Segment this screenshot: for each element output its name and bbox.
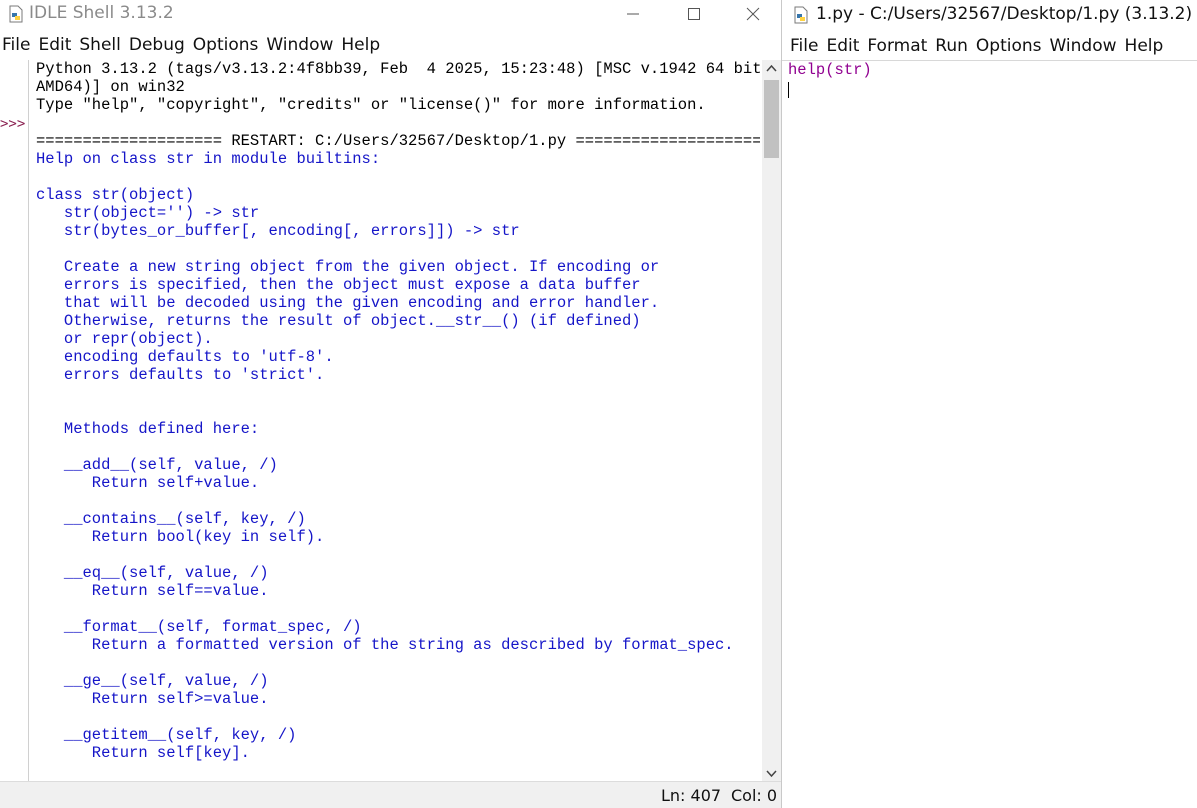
editor-titlebar[interactable]: 1.py - C:/Users/32567/Desktop/1.py (3.13… [782, 0, 1197, 30]
status-line: Ln: 407 [661, 786, 722, 805]
shell-output-line [36, 492, 760, 510]
shell-menubar: File Edit Shell Debug Options Window Hel… [0, 33, 781, 57]
shell-output-line: __contains__(self, key, /) [36, 510, 306, 528]
shell-output-line: Return a formatted version of the string… [36, 636, 734, 654]
close-icon [746, 7, 760, 21]
menu-window[interactable]: Window [264, 35, 337, 55]
shell-output-line [36, 402, 760, 420]
shell-prompt: >>> [0, 116, 26, 132]
shell-output-line [36, 654, 760, 672]
shell-titlebar[interactable]: IDLE Shell 3.13.2 [0, 0, 781, 30]
shell-prompt-gutter: >>> [0, 60, 29, 782]
shell-output-line: __add__(self, value, /) [36, 456, 278, 474]
maximize-button[interactable] [674, 0, 714, 28]
python-file-icon [794, 6, 808, 24]
shell-output-line: Return bool(key in self). [36, 528, 325, 546]
scroll-down-icon[interactable] [762, 764, 781, 782]
editor-menu-help[interactable]: Help [1123, 36, 1168, 56]
shell-output-line: that will be decoded using the given enc… [36, 294, 660, 312]
editor-menu-window[interactable]: Window [1048, 36, 1121, 56]
shell-output-line: class str(object) [36, 186, 195, 204]
editor-menu-format[interactable]: Format [865, 36, 931, 56]
shell-output-line [36, 384, 760, 402]
editor-window: 1.py - C:/Users/32567/Desktop/1.py (3.13… [782, 0, 1197, 808]
shell-statusbar: Ln: 407 Col: 0 [0, 781, 781, 808]
editor-menu-options[interactable]: Options [974, 36, 1046, 56]
shell-output-line: Return self+value. [36, 474, 260, 492]
shell-output-area[interactable]: Python 3.13.2 (tags/v3.13.2:4f8bb39, Feb… [29, 60, 760, 782]
shell-output-line: Create a new string object from the give… [36, 258, 660, 276]
shell-output-line: str(object='') -> str [36, 204, 260, 222]
shell-output-line [36, 240, 760, 258]
shell-output-line: Otherwise, returns the result of object.… [36, 312, 641, 330]
shell-output-line [36, 114, 760, 132]
shell-output-line: Return self[key]. [36, 744, 250, 762]
shell-output-line [36, 438, 760, 456]
shell-output-line: str(bytes_or_buffer[, encoding[, errors]… [36, 222, 520, 240]
shell-output-line: errors defaults to 'strict'. [36, 366, 325, 384]
shell-output-line: Help on class str in module builtins: [36, 150, 381, 168]
editor-menu-edit[interactable]: Edit [824, 36, 863, 56]
shell-output-line: Type "help", "copyright", "credits" or "… [36, 96, 706, 114]
status-col: Col: 0 [731, 786, 778, 805]
shell-output-line: Methods defined here: [36, 420, 260, 438]
minimize-button[interactable] [613, 0, 653, 28]
editor-text-area[interactable]: help(str) [782, 60, 1197, 808]
shell-output-line: or repr(object). [36, 330, 213, 348]
shell-output-line: encoding defaults to 'utf-8'. [36, 348, 334, 366]
shell-vertical-scrollbar[interactable] [762, 60, 781, 782]
shell-output-line [36, 546, 760, 564]
shell-output-line [36, 762, 760, 780]
code-line-1: help(str) [788, 61, 872, 79]
menu-edit[interactable]: Edit [36, 35, 75, 55]
shell-title: IDLE Shell 3.13.2 [29, 3, 174, 23]
shell-output-line: AMD64)] on win32 [36, 78, 185, 96]
shell-output-line: __eq__(self, value, /) [36, 564, 269, 582]
shell-output-line: __format__(self, format_spec, /) [36, 618, 362, 636]
menu-shell[interactable]: Shell [77, 35, 124, 55]
minimize-icon [627, 13, 639, 15]
text-caret [788, 82, 789, 98]
python-file-icon [9, 5, 23, 23]
shell-output-line: __getitem__(self, key, /) [36, 726, 297, 744]
menu-options[interactable]: Options [191, 35, 263, 55]
shell-output-lines: Python 3.13.2 (tags/v3.13.2:4f8bb39, Feb… [36, 60, 760, 782]
call-args: (str) [825, 61, 872, 79]
shell-output-line: Return self>=value. [36, 690, 269, 708]
shell-output-line: Return self==value. [36, 582, 269, 600]
shell-output-line: errors is specified, then the object mus… [36, 276, 641, 294]
scroll-thumb[interactable] [764, 80, 779, 158]
editor-menu-run[interactable]: Run [933, 36, 972, 56]
idle-shell-window: IDLE Shell 3.13.2 File Edit Shell Debug … [0, 0, 782, 808]
menu-help[interactable]: Help [339, 35, 384, 55]
editor-menu-file[interactable]: File [788, 36, 822, 56]
shell-output-line [36, 168, 760, 186]
scroll-up-icon[interactable] [762, 60, 781, 78]
close-button[interactable] [733, 0, 773, 28]
shell-output-line: ==================== RESTART: C:/Users/3… [36, 132, 760, 150]
builtin-help: help [788, 61, 826, 79]
shell-output-line: __ge__(self, value, /) [36, 672, 269, 690]
maximize-icon [688, 8, 700, 20]
shell-output-line [36, 708, 760, 726]
menu-file[interactable]: File [0, 35, 34, 55]
menu-debug[interactable]: Debug [127, 35, 189, 55]
editor-menubar: File Edit Format Run Options Window Help [788, 34, 1197, 58]
shell-output-line: Python 3.13.2 (tags/v3.13.2:4f8bb39, Feb… [36, 60, 760, 78]
editor-title: 1.py - C:/Users/32567/Desktop/1.py (3.13… [816, 4, 1193, 24]
shell-output-line [36, 600, 760, 618]
